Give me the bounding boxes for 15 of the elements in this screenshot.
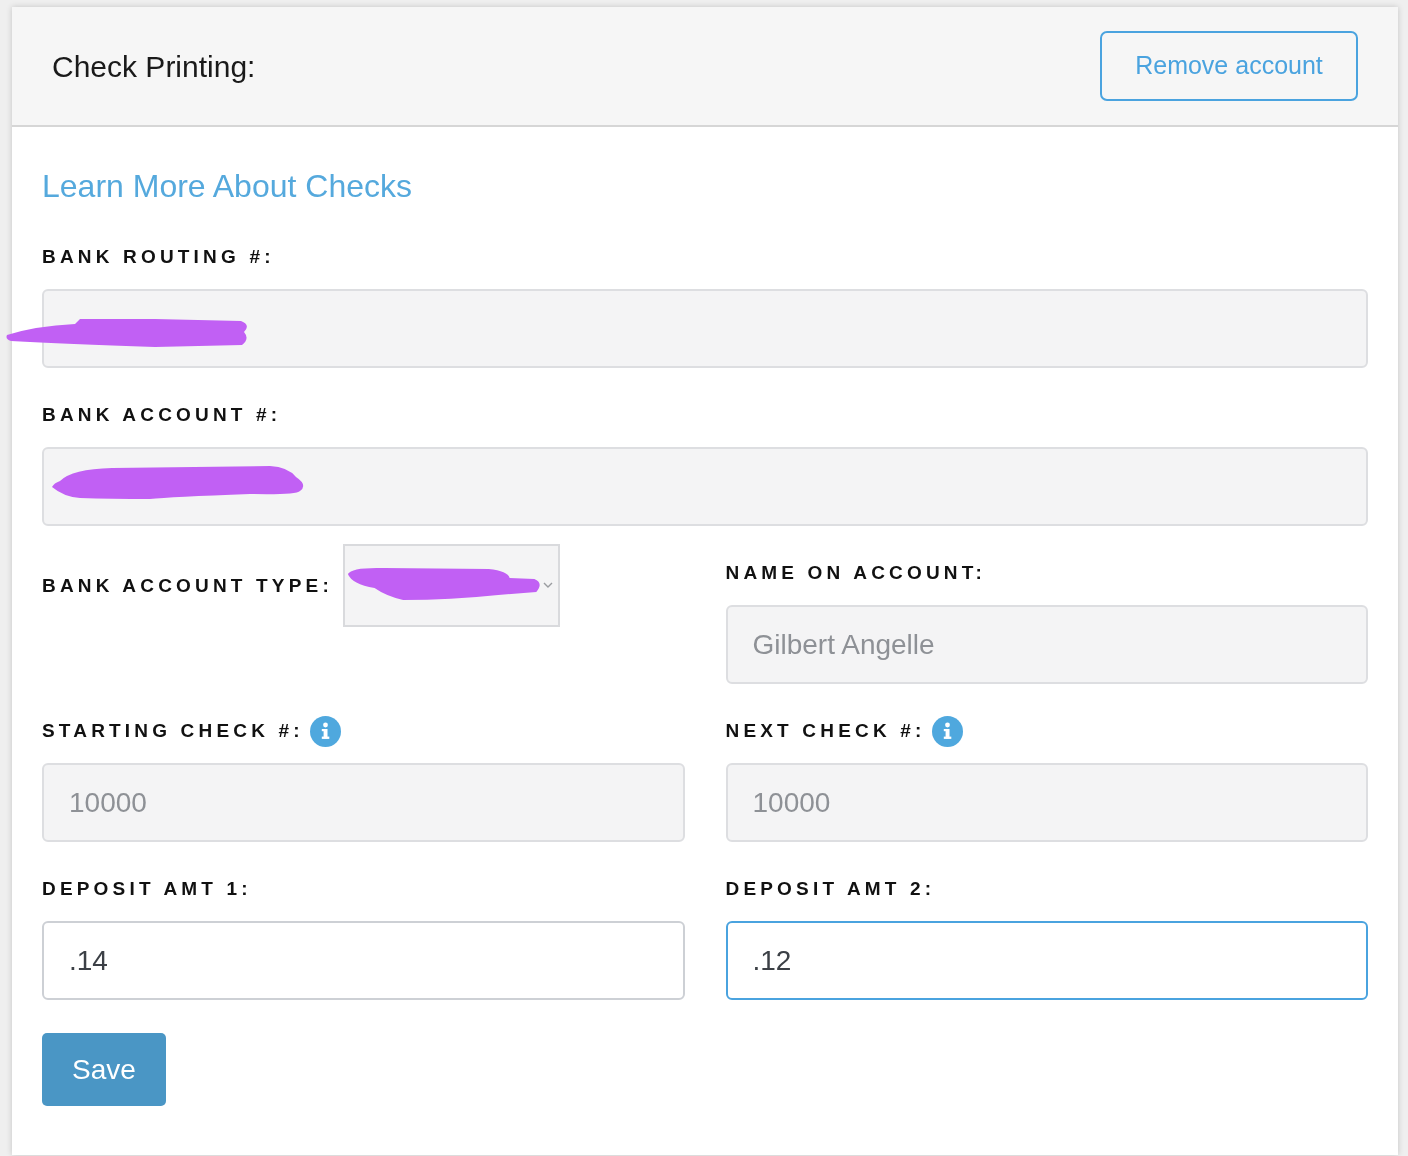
chevron-down-icon <box>542 582 553 588</box>
field-label: NEXT CHECK #: <box>725 719 926 743</box>
remove-account-button[interactable]: Remove account <box>1100 31 1358 101</box>
field-label: DEPOSIT AMT 1: <box>42 877 252 901</box>
field-label: NAME ON ACCOUNT: <box>725 561 986 585</box>
field-label: BANK ACCOUNT #: <box>42 403 282 427</box>
text-field[interactable]: .14 <box>42 921 685 1000</box>
save-button[interactable]: Save <box>42 1033 166 1106</box>
text-field[interactable]: .12 <box>725 921 1368 1000</box>
field-label: BANK ACCOUNT TYPE: <box>42 573 333 598</box>
field-label: DEPOSIT AMT 2: <box>725 877 936 901</box>
field-label: BANK ROUTING #: <box>42 245 275 269</box>
field-label: STARTING CHECK #: <box>42 719 304 743</box>
panel-title: Check Printing: <box>52 48 256 85</box>
learn-more-link[interactable]: Learn More About Checks <box>42 166 412 206</box>
